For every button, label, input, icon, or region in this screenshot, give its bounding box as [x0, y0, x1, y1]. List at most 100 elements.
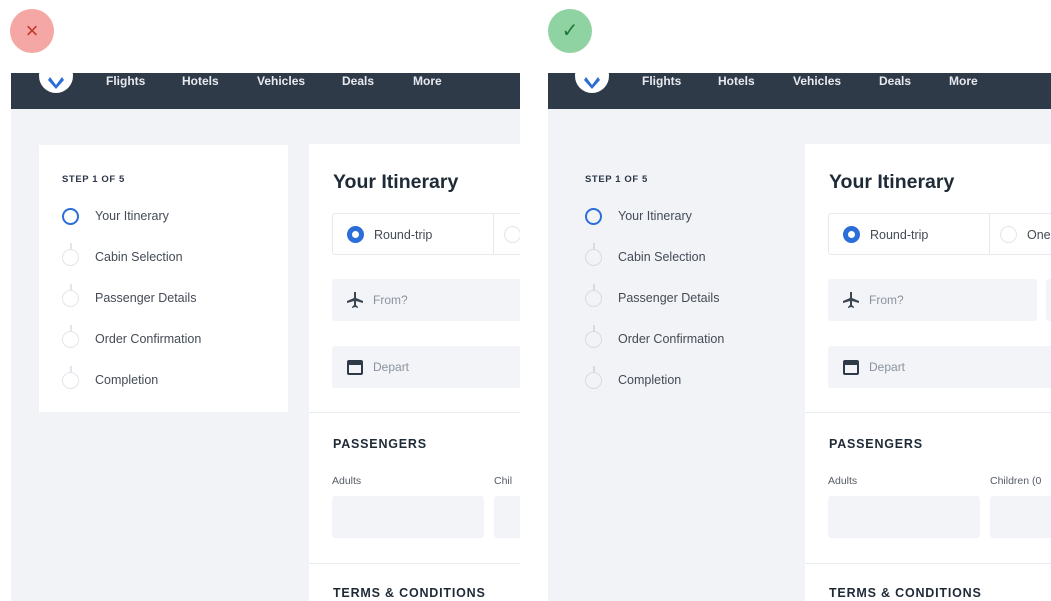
radio-round-trip[interactable] [843, 226, 860, 243]
step-label: Order Confirmation [618, 332, 725, 346]
divider [493, 214, 494, 254]
depart-field[interactable]: Depart [332, 346, 520, 388]
correct-badge: ✓ [548, 9, 592, 53]
from-field[interactable]: From? [332, 279, 520, 321]
step-circle-icon [585, 207, 602, 225]
step-circle-icon [585, 289, 602, 307]
divider [805, 563, 1051, 564]
radio-one-way[interactable] [504, 226, 520, 243]
step-cabin-selection[interactable]: Cabin Selection [62, 247, 183, 267]
to-field[interactable] [1046, 279, 1051, 321]
step-circle-icon [62, 207, 79, 225]
calendar-icon [843, 360, 859, 375]
divider [309, 412, 520, 413]
divider [805, 412, 1051, 413]
depart-field[interactable]: Depart [828, 346, 1051, 388]
step-label: Cabin Selection [618, 250, 706, 264]
adults-input[interactable] [332, 496, 484, 538]
passengers-heading: PASSENGERS [333, 437, 427, 451]
nav-flights[interactable]: Flights [106, 74, 145, 88]
step-label: Completion [95, 373, 159, 387]
step-circle-icon [62, 371, 79, 389]
step-circle-icon [62, 248, 79, 266]
step-counter: STEP 1 OF 5 [62, 174, 125, 185]
step-progress-card: STEP 1 OF 5 Your Itinerary Cabin Selecti… [39, 145, 288, 412]
airplane-icon [347, 292, 363, 308]
step-passenger-details[interactable]: Passenger Details [585, 288, 719, 308]
step-order-confirmation[interactable]: Order Confirmation [62, 329, 201, 349]
logo-icon [48, 77, 64, 89]
step-circle-icon [585, 371, 602, 389]
nav-more[interactable]: More [949, 74, 978, 88]
step-circle-icon [62, 330, 79, 348]
step-label: Passenger Details [95, 291, 197, 305]
divider [309, 563, 520, 564]
from-field[interactable]: From? [828, 279, 1037, 321]
step-counter: STEP 1 OF 5 [585, 174, 648, 185]
step-progress-list: STEP 1 OF 5 Your Itinerary Cabin Selecti… [562, 145, 811, 412]
radio-round-trip[interactable] [347, 226, 364, 243]
step-completion[interactable]: Completion [62, 370, 158, 390]
passengers-heading: PASSENGERS [829, 437, 923, 451]
nav-flights[interactable]: Flights [642, 74, 681, 88]
step-completion[interactable]: Completion [585, 370, 681, 390]
step-label: Your Itinerary [95, 209, 169, 223]
nav-deals[interactable]: Deals [342, 74, 374, 88]
depart-placeholder: Depart [869, 360, 906, 374]
round-trip-label: Round-trip [870, 228, 929, 242]
step-cabin-selection[interactable]: Cabin Selection [585, 247, 706, 267]
step-label: Cabin Selection [95, 250, 183, 264]
page-title: Your Itinerary [333, 171, 459, 193]
step-order-confirmation[interactable]: Order Confirmation [585, 329, 724, 349]
step-label: Passenger Details [618, 291, 720, 305]
one-way-label: One [1027, 228, 1051, 242]
step-circle-icon [62, 289, 79, 307]
adults-label: Adults [332, 475, 362, 487]
navbar: Flights Hotels Vehicles Deals More [548, 73, 1051, 109]
from-placeholder: From? [869, 293, 904, 307]
nav-vehicles[interactable]: Vehicles [793, 74, 841, 88]
nav-hotels[interactable]: Hotels [718, 74, 755, 88]
close-icon: × [25, 18, 39, 43]
divider [989, 214, 990, 254]
terms-heading: TERMS & CONDITIONS [333, 586, 486, 600]
children-label: Children (0 [990, 475, 1042, 487]
adults-input[interactable] [828, 496, 980, 538]
from-placeholder: From? [373, 293, 408, 307]
logo[interactable] [39, 73, 73, 93]
children-input[interactable] [990, 496, 1051, 538]
step-your-itinerary[interactable]: Your Itinerary [585, 206, 692, 226]
nav-hotels[interactable]: Hotels [182, 74, 219, 88]
incorrect-badge: × [10, 9, 54, 53]
children-input[interactable] [494, 496, 520, 538]
calendar-icon [347, 360, 363, 375]
nav-vehicles[interactable]: Vehicles [257, 74, 305, 88]
step-circle-icon [585, 248, 602, 266]
children-label: Chil [494, 475, 513, 487]
navbar: Flights Hotels Vehicles Deals More [11, 73, 520, 109]
itinerary-form: Your Itinerary Round-trip One From? Depa… [805, 144, 1051, 601]
step-circle-icon [585, 330, 602, 348]
step-label: Order Confirmation [95, 332, 202, 346]
trip-type-selector: Round-trip [332, 213, 520, 255]
logo[interactable] [575, 73, 609, 93]
nav-deals[interactable]: Deals [879, 74, 911, 88]
terms-heading: TERMS & CONDITIONS [829, 586, 982, 600]
airplane-icon [843, 292, 859, 308]
round-trip-label: Round-trip [374, 228, 433, 242]
nav-more[interactable]: More [413, 74, 442, 88]
step-label: Completion [618, 373, 682, 387]
checkmark-icon: ✓ [561, 20, 579, 42]
depart-placeholder: Depart [373, 360, 410, 374]
step-your-itinerary[interactable]: Your Itinerary [62, 206, 169, 226]
step-label: Your Itinerary [618, 209, 692, 223]
good-example-panel: Flights Hotels Vehicles Deals More STEP … [548, 73, 1051, 601]
adults-label: Adults [828, 475, 858, 487]
step-passenger-details[interactable]: Passenger Details [62, 288, 196, 308]
trip-type-selector: Round-trip One [828, 213, 1051, 255]
radio-one-way[interactable] [1000, 226, 1017, 243]
itinerary-form: Your Itinerary Round-trip From? Depart P… [309, 144, 520, 601]
bad-example-panel: Flights Hotels Vehicles Deals More STEP … [11, 73, 520, 601]
page-title: Your Itinerary [829, 171, 955, 193]
logo-icon [584, 77, 600, 89]
